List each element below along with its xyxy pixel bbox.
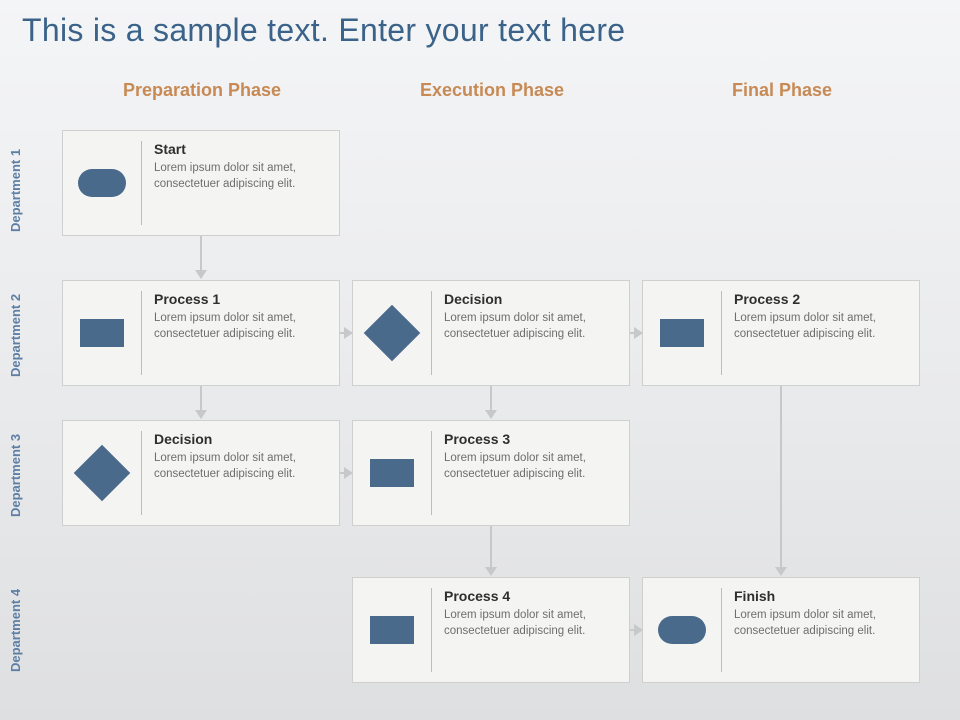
node-title: Start <box>154 141 327 157</box>
node-decision-exec: Decision Lorem ipsum dolor sit amet, con… <box>352 280 630 386</box>
node-title: Process 2 <box>734 291 907 307</box>
phase-header-final: Final Phase <box>642 80 922 101</box>
decision-icon <box>364 305 421 362</box>
node-title: Process 3 <box>444 431 617 447</box>
phase-header-execution: Execution Phase <box>352 80 632 101</box>
arrow-p3-to-p4 <box>490 526 492 575</box>
process-icon <box>370 616 414 644</box>
phase-header-preparation: Preparation Phase <box>62 80 342 101</box>
arrow-dec1-to-p3 <box>340 472 352 474</box>
node-desc: Lorem ipsum dolor sit amet, consectetuer… <box>154 311 327 342</box>
node-desc: Lorem ipsum dolor sit amet, consectetuer… <box>734 608 907 639</box>
arrow-p2-to-finish <box>780 386 782 575</box>
decision-icon <box>74 445 131 502</box>
node-process-4: Process 4 Lorem ipsum dolor sit amet, co… <box>352 577 630 683</box>
swimlane-label-dept-2: Department 2 <box>8 280 28 390</box>
node-start: Start Lorem ipsum dolor sit amet, consec… <box>62 130 340 236</box>
arrow-dec2-to-p3 <box>490 386 492 418</box>
node-desc: Lorem ipsum dolor sit amet, consectetuer… <box>154 451 327 482</box>
arrow-p1-to-dec2 <box>340 332 352 334</box>
node-process-1: Process 1 Lorem ipsum dolor sit amet, co… <box>62 280 340 386</box>
arrow-p4-to-finish <box>630 629 642 631</box>
process-icon <box>370 459 414 487</box>
node-title: Decision <box>444 291 617 307</box>
arrow-dec2-to-p2 <box>630 332 642 334</box>
node-process-2: Process 2 Lorem ipsum dolor sit amet, co… <box>642 280 920 386</box>
node-title: Decision <box>154 431 327 447</box>
swimlane-diagram: Preparation Phase Execution Phase Final … <box>0 80 960 720</box>
process-icon <box>660 319 704 347</box>
node-desc: Lorem ipsum dolor sit amet, consectetuer… <box>444 451 617 482</box>
terminator-icon <box>658 616 706 644</box>
node-desc: Lorem ipsum dolor sit amet, consectetuer… <box>444 608 617 639</box>
swimlane-label-dept-3: Department 3 <box>8 420 28 530</box>
swimlane-label-dept-1: Department 1 <box>8 135 28 245</box>
node-finish: Finish Lorem ipsum dolor sit amet, conse… <box>642 577 920 683</box>
slide-title: This is a sample text. Enter your text h… <box>22 12 625 49</box>
process-icon <box>80 319 124 347</box>
node-desc: Lorem ipsum dolor sit amet, consectetuer… <box>734 311 907 342</box>
node-process-3: Process 3 Lorem ipsum dolor sit amet, co… <box>352 420 630 526</box>
arrow-start-to-p1 <box>200 236 202 278</box>
node-title: Process 4 <box>444 588 617 604</box>
arrow-p1-to-dec1 <box>200 386 202 418</box>
node-desc: Lorem ipsum dolor sit amet, consectetuer… <box>154 161 327 192</box>
terminator-icon <box>78 169 126 197</box>
node-decision-prep: Decision Lorem ipsum dolor sit amet, con… <box>62 420 340 526</box>
node-desc: Lorem ipsum dolor sit amet, consectetuer… <box>444 311 617 342</box>
node-title: Process 1 <box>154 291 327 307</box>
swimlane-label-dept-4: Department 4 <box>8 575 28 685</box>
node-title: Finish <box>734 588 907 604</box>
